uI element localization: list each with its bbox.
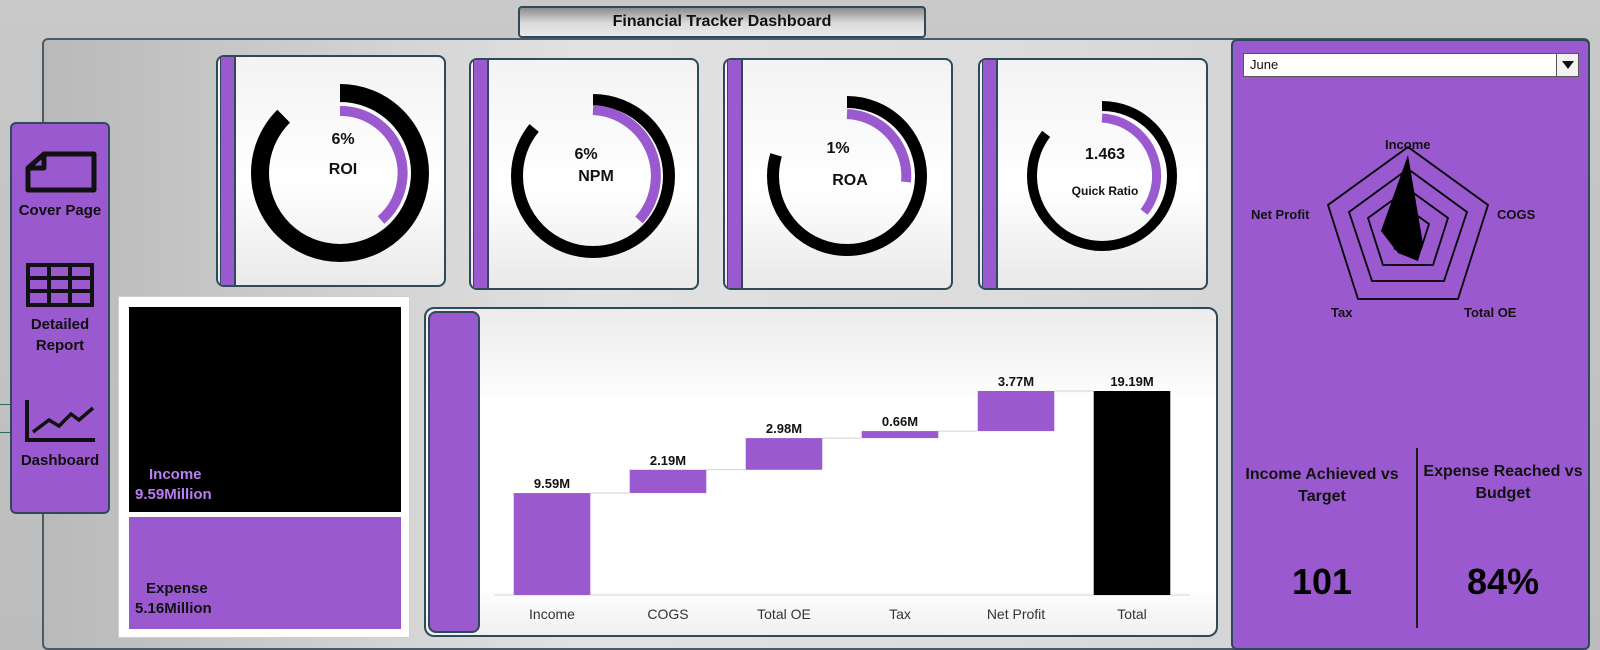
nav-item-label: Detailed Report [30, 316, 90, 354]
nav-dashboard[interactable]: Dashboard [12, 398, 108, 471]
kpi-card-quick-ratio: 1.463 Quick Ratio [978, 58, 1208, 290]
income-vs-target-title: Income Achieved vs Target [1245, 466, 1399, 505]
line-chart-icon [25, 400, 95, 442]
waterfall-bar [1093, 391, 1171, 595]
waterfall-bar [977, 391, 1055, 432]
nav-item-label: Cover Page [18, 202, 102, 219]
folder-icon [25, 151, 97, 193]
waterfall-bar [861, 431, 939, 439]
kpi-value: 6% [574, 146, 598, 163]
quick-ratio-donut [1027, 101, 1177, 251]
treemap-income-label: Income [149, 466, 202, 483]
waterfall-chart-panel: 9.59M Income 2.19M COGS 2.98M Total OE 0.66M Ta… [424, 307, 1218, 637]
waterfall-category-label: Net Profit [987, 606, 1045, 622]
kpi-value: 1% [826, 140, 850, 157]
radar-axis-label: Total OE [1464, 305, 1517, 320]
kpi-value: 1.463 [1084, 146, 1126, 163]
month-dropdown-value: June [1250, 57, 1279, 72]
waterfall-data-label: 9.59M [534, 476, 570, 491]
treemap-expense-label: Expense [146, 580, 208, 597]
waterfall-category-label: COGS [647, 606, 688, 622]
right-panel: June Income COGS Total OE Tax Net Profit… [1231, 39, 1590, 650]
expense-vs-budget-value: 84% [1466, 561, 1540, 602]
month-dropdown[interactable]: June [1243, 53, 1579, 77]
side-navigation: Cover Page Detailed Report Dashboard [10, 122, 110, 514]
waterfall-category-label: Income [529, 606, 575, 622]
waterfall-data-label: 2.98M [766, 421, 802, 436]
kpi-label: ROI [328, 161, 358, 178]
treemap-expense: Expense 5.16Million [129, 517, 401, 629]
chevron-down-icon[interactable] [1556, 54, 1578, 76]
radar-series [1381, 155, 1423, 261]
waterfall-category-label: Tax [889, 606, 911, 622]
kpi-card-roi: 6% ROI [216, 55, 446, 287]
dashboard-title: Financial Tracker Dashboard [518, 6, 926, 38]
income-vs-target-value: 101 [1291, 561, 1353, 602]
waterfall-data-label: 0.66M [882, 414, 918, 429]
waterfall-category-label: Total OE [757, 606, 811, 622]
income-expense-treemap: Income 9.59Million Expense 5.16Million [118, 296, 410, 638]
kpi-card-npm: 6% NPM [469, 58, 699, 290]
kpi-value: 6% [331, 131, 355, 148]
radar-axis-label: Net Profit [1251, 207, 1310, 222]
treemap-income: Income 9.59Million [129, 307, 401, 512]
nav-cover-page[interactable]: Cover Page [12, 150, 108, 221]
nav-item-label: Dashboard [20, 452, 100, 469]
waterfall-bar [745, 438, 823, 470]
kpi-label: ROA [832, 172, 868, 189]
kpi-card-roa: 1% ROA [723, 58, 953, 290]
radar-axis-label: COGS [1497, 207, 1536, 222]
waterfall-data-label: 3.77M [998, 374, 1034, 389]
waterfall-chart: 9.59M Income 2.19M COGS 2.98M Total OE 0.66M Ta… [494, 374, 1190, 622]
waterfall-data-label: 19.19M [1110, 374, 1153, 389]
radar-chart [1326, 145, 1490, 300]
waterfall-bar [629, 469, 707, 494]
waterfall-data-label: 2.19M [650, 453, 686, 468]
table-icon [26, 263, 94, 307]
radar-axis-label: Income [1385, 137, 1431, 152]
treemap-income-value: 9.59Million [135, 486, 212, 503]
treemap-expense-value: 5.16Million [135, 600, 212, 617]
expense-vs-budget-title: Expense Reached vs Budget [1423, 463, 1583, 502]
kpi-label: Quick Ratio [1071, 184, 1139, 198]
nav-detailed-report[interactable]: Detailed Report [12, 262, 108, 356]
waterfall-category-label: Total [1117, 606, 1147, 622]
waterfall-bar [513, 493, 591, 595]
kpi-label: NPM [578, 168, 614, 185]
radar-axis-label: Tax [1331, 305, 1353, 320]
